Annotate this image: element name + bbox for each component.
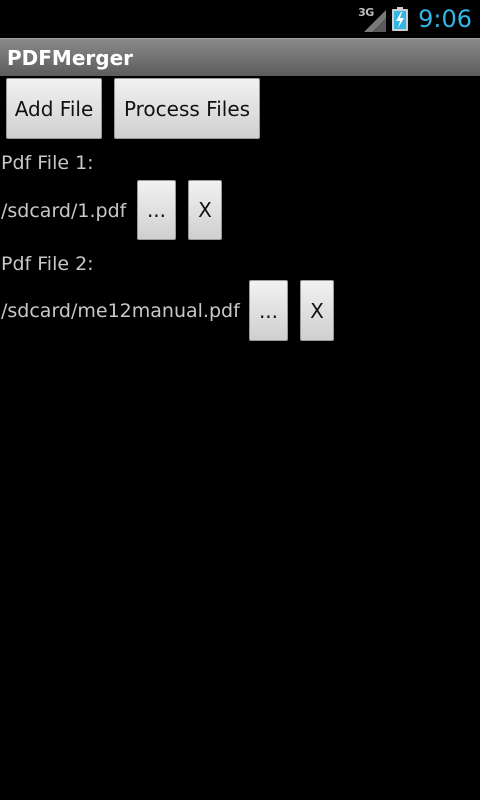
pdf-file-2-remove-button[interactable]: X [300, 280, 334, 341]
pdf-file-2-path: /sdcard/me12manual.pdf [1, 300, 240, 322]
clock: 9:06 [418, 5, 472, 33]
status-bar: 3G 9:06 [0, 0, 480, 38]
add-file-button[interactable]: Add File [6, 78, 102, 139]
status-icons: 3G 9:06 [358, 4, 472, 34]
pdf-file-1-path: /sdcard/1.pdf [1, 200, 127, 222]
title-bar: PDFMerger [0, 38, 480, 76]
pdf-file-1-browse-button[interactable]: ... [137, 180, 176, 240]
pdf-file-2-browse-button[interactable]: ... [249, 280, 288, 341]
network-indicator: 3G [358, 6, 387, 32]
app-title: PDFMerger [7, 46, 133, 70]
process-files-button[interactable]: Process Files [114, 78, 260, 139]
battery-charging-icon [392, 7, 409, 31]
pdf-file-1-label: Pdf File 1: [1, 152, 94, 174]
pdf-file-1-remove-button[interactable]: X [188, 180, 222, 240]
signal-icon [364, 10, 387, 32]
pdf-file-2-label: Pdf File 2: [1, 253, 94, 275]
